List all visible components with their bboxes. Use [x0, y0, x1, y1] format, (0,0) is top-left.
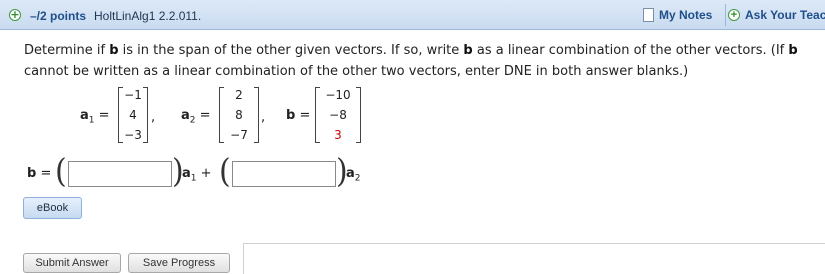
ask-teacher-label: Ask Your Teacher: [745, 8, 825, 22]
expand-plus-icon[interactable]: +: [9, 9, 21, 21]
b-entry-3: 3: [334, 128, 342, 142]
coefficient-a2-input[interactable]: [232, 161, 336, 187]
header-divider: [725, 4, 726, 26]
a1-label: a1 =: [80, 108, 110, 126]
ask-teacher-button[interactable]: + Ask Your Teacher: [728, 5, 825, 25]
submit-answer-button[interactable]: Submit Answer: [23, 253, 121, 273]
left-paren-2: (: [219, 152, 231, 191]
a2-entry-2: 8: [235, 108, 243, 122]
a1-vector: −1 4 −3: [118, 87, 148, 143]
a1-entry-3: −3: [124, 128, 142, 142]
coefficient-a1-input[interactable]: [68, 161, 172, 187]
b-label: b =: [286, 108, 311, 123]
question-header: + –/2 points HoltLinAlg1 2.2.011. My Not…: [0, 0, 825, 30]
b-vector: −10 −8 3: [315, 87, 361, 143]
my-notes-label: My Notes: [659, 8, 713, 22]
assignment-id: HoltLinAlg1 2.2.011.: [94, 9, 202, 23]
plus-icon: +: [728, 9, 740, 21]
side-panel: [243, 243, 825, 274]
a1-entry-1: −1: [124, 88, 142, 102]
a2-entry-3: −7: [230, 128, 248, 142]
answer-a1-label: a1 +: [182, 166, 212, 184]
a2-label: a2 =: [181, 108, 211, 126]
b-entry-1: −10: [325, 88, 351, 102]
b-entry-2: −8: [329, 108, 347, 122]
a2-vector: 2 8 −7: [219, 87, 259, 143]
a2-entry-1: 2: [235, 88, 243, 102]
ebook-button[interactable]: eBook: [23, 197, 82, 219]
my-notes-button[interactable]: My Notes: [643, 5, 723, 25]
left-paren-1: (: [55, 152, 67, 191]
points-label: –/2 points: [30, 9, 87, 23]
question-text: Determine if b is in the span of the oth…: [24, 43, 798, 79]
answer-a2-label: a2: [346, 166, 361, 184]
a1-entry-2: 4: [129, 108, 137, 122]
save-progress-button[interactable]: Save Progress: [128, 253, 230, 273]
note-icon: [643, 8, 654, 22]
answer-b-label: b =: [27, 166, 52, 181]
